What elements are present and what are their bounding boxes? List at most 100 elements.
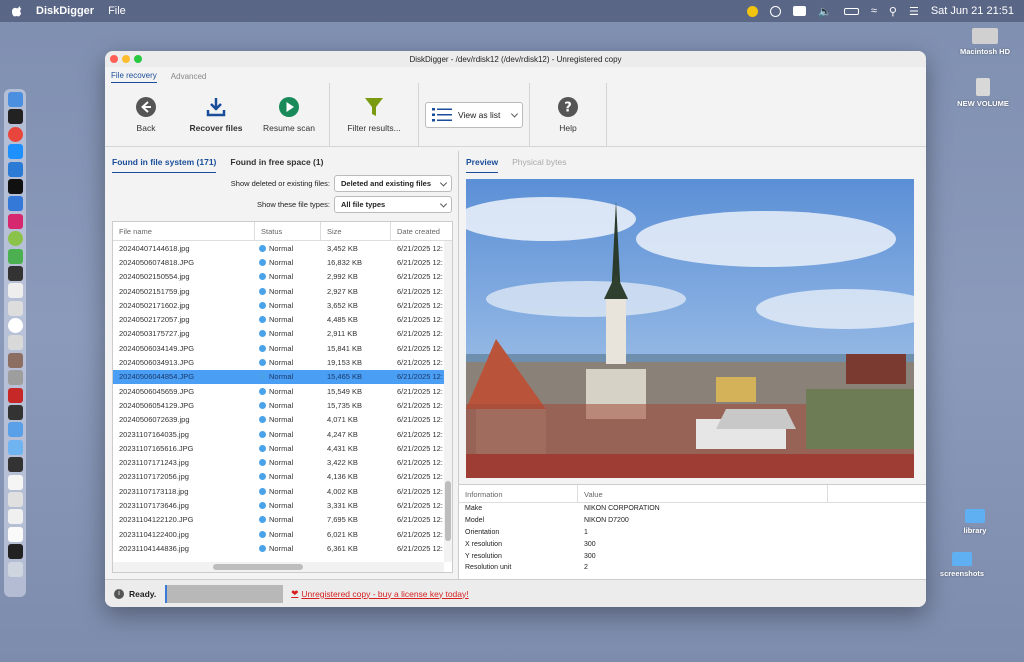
- notes-icon[interactable]: [7, 283, 23, 299]
- table-row[interactable]: 20231107164035.jpg Normal 4,247 KB 6/21/202…: [113, 427, 452, 441]
- table-row[interactable]: 20231107173118.jpg Normal 4,002 KB 6/21/202…: [113, 484, 452, 498]
- user-icon[interactable]: [747, 5, 759, 17]
- tab-file-recovery[interactable]: File recovery: [111, 71, 157, 83]
- sync-icon[interactable]: [770, 5, 782, 17]
- title-bar[interactable]: DiskDigger - /dev/rdisk12 (/dev/rdisk12)…: [105, 51, 926, 67]
- gimp-icon[interactable]: [7, 352, 23, 368]
- desktop-icon-macintosh-hd[interactable]: Macintosh HD: [950, 28, 1020, 56]
- table-row[interactable]: 20240506034149.JPG Normal 15,841 KB 6/21/20…: [113, 341, 452, 355]
- pen-icon[interactable]: [7, 300, 23, 316]
- recover-files-button[interactable]: Recover files: [177, 83, 255, 146]
- menubar-clock[interactable]: Sat Jun 21 21:51: [931, 5, 1014, 17]
- chrome-icon[interactable]: [7, 126, 23, 142]
- table-row[interactable]: 20240502171602.jpg Normal 3,652 KB 6/21/202…: [113, 298, 452, 312]
- jetbrains-icon[interactable]: [7, 213, 23, 229]
- table-row[interactable]: 20240506054129.JPG Normal 15,735 KB 6/21/20…: [113, 398, 452, 412]
- filter-results-button[interactable]: Filter results...: [336, 83, 412, 146]
- resume-scan-button[interactable]: Resume scan: [255, 83, 323, 146]
- table-row[interactable]: 20231107172056.jpg Normal 4,136 KB 6/21/202…: [113, 470, 452, 484]
- table-row[interactable]: 20231104144836.jpg Normal 6,361 KB 6/21/202…: [113, 541, 452, 555]
- table-row[interactable]: 20240502150554.jpg Normal 2,992 KB 6/21/202…: [113, 270, 452, 284]
- metadata-row[interactable]: Y resolution 300: [459, 550, 926, 562]
- table-row[interactable]: 20231107171243.jpg Normal 3,422 KB 6/21/202…: [113, 455, 452, 469]
- editor-icon[interactable]: [7, 265, 23, 281]
- preview-icon[interactable]: [7, 509, 23, 525]
- table-row[interactable]: 20240506045659.JPG Normal 15,549 KB 6/21/20…: [113, 384, 452, 398]
- app-store-icon[interactable]: [7, 144, 23, 160]
- filter-types-select[interactable]: All file types: [334, 196, 452, 213]
- battery-icon[interactable]: [843, 7, 859, 15]
- vertical-scrollbar[interactable]: [444, 241, 452, 562]
- table-row[interactable]: 20240506074818.JPG Normal 16,832 KB 6/21/20…: [113, 255, 452, 269]
- tab-preview[interactable]: Preview: [466, 157, 499, 173]
- app-menu-name[interactable]: DiskDigger: [36, 5, 94, 17]
- tab-found-in-free-space[interactable]: Found in free space (1): [230, 157, 323, 173]
- table-row[interactable]: 20231107173646.jpg Normal 3,331 KB 6/21/202…: [113, 498, 452, 512]
- table-row[interactable]: 20240502172057.jpg Normal 4,485 KB 6/21/202…: [113, 312, 452, 326]
- trash-icon[interactable]: [7, 561, 23, 577]
- view-as-select[interactable]: View as list: [425, 102, 523, 128]
- tab-found-in-file-system[interactable]: Found in file system (171): [112, 157, 217, 173]
- filezilla-icon[interactable]: [7, 387, 23, 403]
- close-button[interactable]: [110, 55, 118, 63]
- android-icon[interactable]: [7, 248, 23, 264]
- terminal-icon[interactable]: [7, 109, 23, 125]
- metadata-row[interactable]: Resolution unit 2: [459, 562, 926, 574]
- table-row[interactable]: 20240407144618.jpg Normal 3,452 KB 6/21/202…: [113, 241, 452, 255]
- disk-utility-icon[interactable]: [7, 370, 23, 386]
- metadata-row[interactable]: Model NIKON D7200: [459, 515, 926, 527]
- desktop-icon-library[interactable]: library: [940, 509, 1010, 535]
- doc-icon[interactable]: [7, 491, 23, 507]
- column-status[interactable]: Status: [255, 222, 321, 240]
- search-icon[interactable]: ⚲: [889, 5, 897, 18]
- column-size[interactable]: Size: [321, 222, 391, 240]
- finder-icon[interactable]: [7, 92, 23, 107]
- app-icon-black[interactable]: [7, 178, 23, 194]
- metadata-row[interactable]: Orientation 1: [459, 527, 926, 539]
- metadata-row[interactable]: Make NIKON CORPORATION: [459, 503, 926, 515]
- screen-icon[interactable]: [7, 457, 23, 473]
- column-value[interactable]: Value: [578, 485, 828, 502]
- minimize-button[interactable]: [122, 55, 130, 63]
- menu-file[interactable]: File: [108, 5, 126, 17]
- scroll-thumb[interactable]: [445, 481, 451, 541]
- window-icon[interactable]: [7, 544, 23, 560]
- table-row[interactable]: 20240503175727.jpg Normal 2,911 KB 6/21/202…: [113, 327, 452, 341]
- table-row[interactable]: 20240506034913.JPG Normal 19,153 KB 6/21/20…: [113, 355, 452, 369]
- green-app-icon[interactable]: [7, 231, 23, 247]
- back-button[interactable]: Back: [115, 83, 177, 146]
- xcode-icon[interactable]: [7, 196, 23, 212]
- table-row[interactable]: 20240502151759.jpg Normal 2,927 KB 6/21/202…: [113, 284, 452, 298]
- github-icon[interactable]: [7, 318, 23, 334]
- virtualbox-icon[interactable]: [7, 335, 23, 351]
- column-file-name[interactable]: File name: [113, 222, 255, 240]
- downloads-icon[interactable]: [7, 422, 23, 438]
- desktop-icon-screenshots[interactable]: screenshots: [927, 552, 997, 578]
- table-row[interactable]: 20240506072639.jpg Normal 4,071 KB 6/21/202…: [113, 413, 452, 427]
- unregistered-link[interactable]: ❤ Unregistered copy - buy a license key …: [291, 588, 468, 599]
- volume-icon[interactable]: 🔈: [818, 5, 832, 18]
- doc-icon[interactable]: [7, 474, 23, 490]
- vscode-icon[interactable]: [7, 161, 23, 177]
- help-button[interactable]: ? Help: [536, 83, 600, 146]
- column-date-created[interactable]: Date created: [391, 222, 446, 240]
- wifi-icon[interactable]: ≈: [871, 5, 877, 17]
- zoom-button[interactable]: [134, 55, 142, 63]
- desktop-icon-new-volume[interactable]: NEW VOLUME: [948, 78, 1018, 108]
- table-row[interactable]: 20231104122120.JPG Normal 7,695 KB 6/21/202…: [113, 513, 452, 527]
- keyboard-input-icon[interactable]: [793, 6, 807, 16]
- apple-icon[interactable]: [12, 5, 24, 17]
- tab-advanced[interactable]: Advanced: [171, 72, 207, 83]
- table-row[interactable]: 20231104122400.jpg Normal 6,021 KB 6/21/202…: [113, 527, 452, 541]
- folder-icon[interactable]: [7, 439, 23, 455]
- pdf-icon[interactable]: [7, 526, 23, 542]
- filter-status-select[interactable]: Deleted and existing files: [334, 175, 452, 192]
- table-row[interactable]: 20240506044854.JPG Normal 15,465 KB 6/21/20…: [113, 369, 452, 384]
- control-center-icon[interactable]: ☰: [909, 5, 919, 18]
- column-information[interactable]: Information: [459, 485, 578, 502]
- horizontal-scrollbar[interactable]: [113, 562, 444, 572]
- table-row[interactable]: 20231107165616.JPG Normal 4,431 KB 6/21/202…: [113, 441, 452, 455]
- console-icon[interactable]: [7, 405, 23, 421]
- tab-physical-bytes[interactable]: Physical bytes: [512, 157, 566, 173]
- metadata-row[interactable]: X resolution 300: [459, 538, 926, 550]
